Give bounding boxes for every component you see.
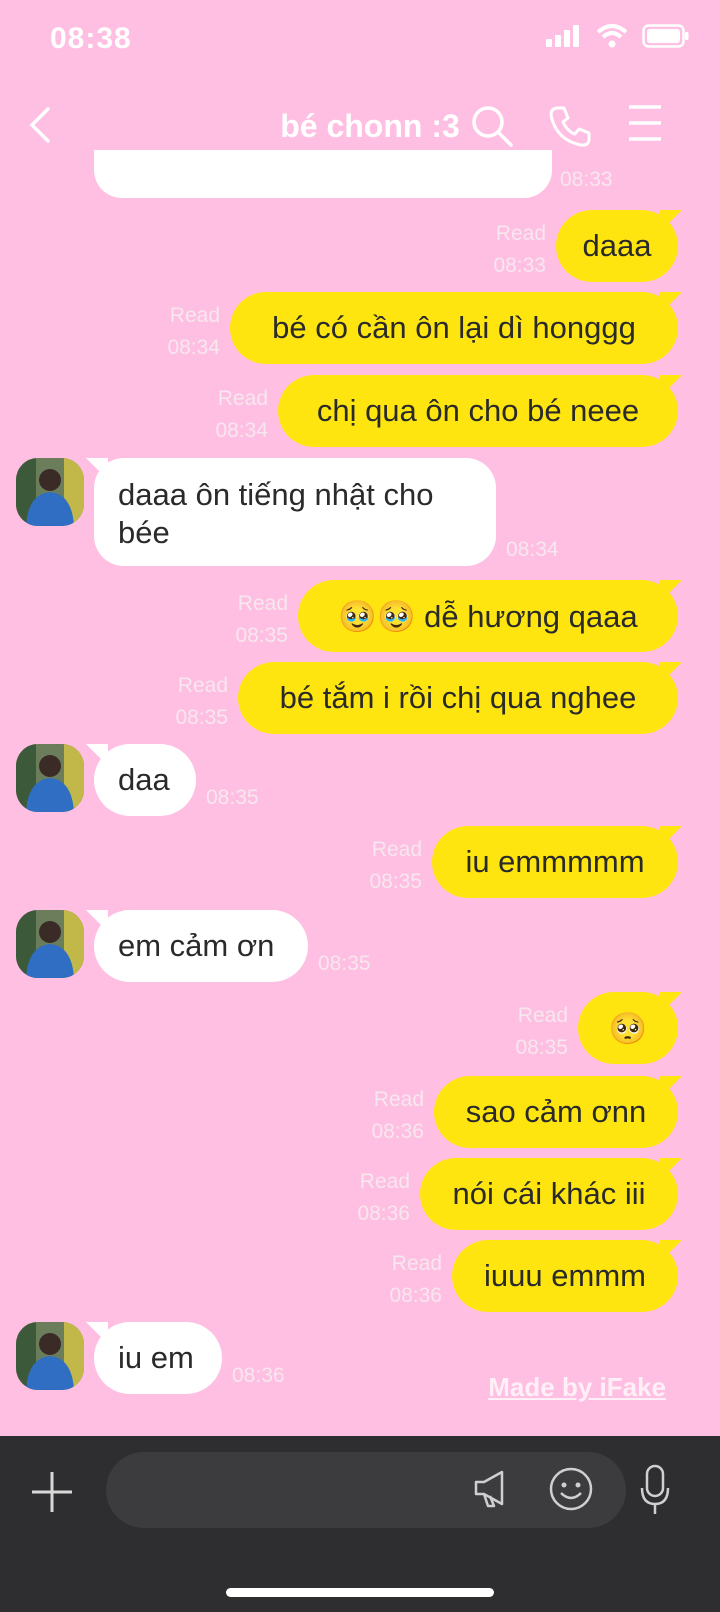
received-message-bubble[interactable]: daaa ôn tiếng nhật cho bée (94, 458, 496, 566)
menu-icon[interactable] (628, 104, 662, 142)
message-text: daa (118, 762, 170, 797)
message-time: 08:36 (371, 1120, 424, 1143)
message-text: iu em (118, 1340, 194, 1375)
avatar-image (16, 744, 84, 812)
avatar-image (16, 1322, 84, 1390)
avatar[interactable] (16, 458, 84, 526)
message-time: 08:33 (493, 254, 546, 277)
message-text: bé tắm i rồi chị qua nghee (279, 680, 637, 715)
emoji-icon[interactable] (548, 1466, 594, 1512)
received-message-bubble[interactable]: daa (94, 744, 196, 816)
message-time: 08:34 (506, 538, 559, 561)
microphone-icon[interactable] (640, 1464, 670, 1516)
read-receipt: Read (237, 592, 288, 615)
read-receipt: Read (371, 838, 422, 861)
avatar[interactable] (16, 744, 84, 812)
signal-icon (546, 25, 579, 47)
wifi-icon (596, 24, 628, 48)
phone-icon[interactable] (548, 104, 592, 148)
search-icon[interactable] (470, 104, 514, 148)
battery-icon (642, 24, 689, 48)
status-time: 08:38 (50, 22, 132, 55)
sent-message-bubble[interactable]: nói cái khác iii (420, 1158, 678, 1230)
message-time: 08:36 (357, 1202, 410, 1225)
message-time: 08:36 (389, 1284, 442, 1307)
message-text: iu emmmmm (465, 844, 645, 879)
message-text: 🥺 (608, 1010, 648, 1046)
message-text: sao cảm ơnn (465, 1094, 647, 1129)
avatar[interactable] (16, 910, 84, 978)
watermark: Made by iFake (488, 1372, 666, 1402)
status-icons (546, 24, 690, 48)
avatar-image (16, 910, 84, 978)
message-time: 08:35 (369, 870, 422, 893)
megaphone-icon[interactable] (472, 1468, 510, 1510)
message-text: 🥹🥹 dễ hương qaaa (338, 598, 638, 634)
message-time: 08:35 (175, 706, 228, 729)
read-receipt: Read (517, 1004, 568, 1027)
sent-message-bubble[interactable]: daaa (556, 210, 678, 282)
read-receipt: Read (169, 304, 220, 327)
message-text: chị qua ôn cho bé neee (316, 393, 640, 428)
read-receipt: Read (391, 1252, 442, 1275)
read-receipt: Read (177, 674, 228, 697)
message-text: daaa (582, 228, 652, 263)
message-time: 08:34 (167, 336, 220, 359)
message-time: 08:35 (318, 952, 371, 975)
read-receipt: Read (495, 222, 546, 245)
message-time: 08:35 (206, 786, 259, 809)
message-text: em cảm ơn (118, 928, 275, 963)
message-text-line: daaa ôn tiếng nhật cho (118, 477, 434, 512)
sent-message-bubble[interactable]: 🥹🥹 dễ hương qaaa (298, 580, 678, 652)
avatar-image (16, 458, 84, 526)
message-time: 08:34 (215, 419, 268, 442)
sent-message-bubble[interactable]: bé có cần ôn lại dì honggg (230, 292, 678, 364)
message-time: 08:35 (235, 624, 288, 647)
received-message-bubble[interactable]: em cảm ơn (94, 910, 308, 982)
avatar[interactable] (16, 1322, 84, 1390)
plus-icon[interactable] (30, 1470, 74, 1514)
read-receipt: Read (359, 1170, 410, 1193)
message-time: 08:35 (515, 1036, 568, 1059)
sent-message-bubble[interactable]: chị qua ôn cho bé neee (278, 375, 678, 447)
message-text: nói cái khác iii (452, 1176, 646, 1211)
read-receipt: Read (373, 1088, 424, 1111)
sent-message-bubble[interactable]: sao cảm ơnn (434, 1076, 678, 1148)
sent-message-bubble[interactable]: bé tắm i rồi chị qua nghee (238, 662, 678, 734)
message-text: iuuu emmm (484, 1258, 646, 1293)
message-time: 08:33 (560, 168, 613, 191)
message-text-line: bée (118, 515, 170, 550)
message-time: 08:36 (232, 1364, 285, 1387)
sent-message-bubble[interactable]: iu emmmmm (432, 826, 678, 898)
sent-message-bubble[interactable]: iuuu emmm (452, 1240, 678, 1312)
partial-received-bubble (94, 150, 552, 198)
read-receipt: Read (217, 387, 268, 410)
home-indicator (226, 1588, 494, 1597)
chat-title: bé chonn :3 (280, 108, 460, 144)
message-text: bé có cần ôn lại dì honggg (272, 310, 636, 345)
received-message-bubble[interactable]: iu em (94, 1322, 222, 1394)
